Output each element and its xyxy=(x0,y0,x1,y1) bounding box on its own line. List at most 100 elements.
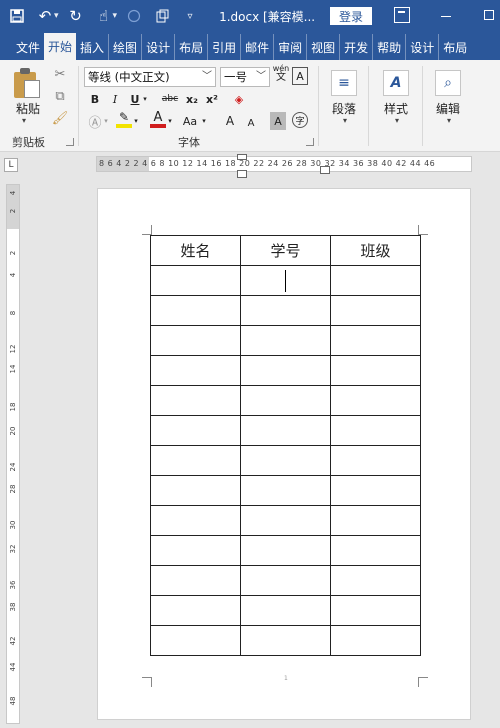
grow-font-button[interactable]: A xyxy=(222,112,238,130)
table-cell[interactable] xyxy=(240,475,331,506)
tab-draw[interactable]: 绘图 xyxy=(109,34,143,60)
highlight-dropdown-icon[interactable]: ▾ xyxy=(132,112,140,130)
customize-toolbar-icon[interactable]: ▿ xyxy=(179,5,201,27)
table-cell[interactable] xyxy=(150,355,241,386)
touch-dropdown-icon[interactable]: ▾ xyxy=(113,11,118,21)
table-cell[interactable] xyxy=(150,385,241,416)
character-border-button[interactable]: A xyxy=(292,67,308,85)
styles-dropdown-icon[interactable]: ▾ xyxy=(395,116,399,125)
redo-icon[interactable]: ↻ xyxy=(65,5,87,27)
paragraph-button[interactable]: ≡ xyxy=(324,68,364,98)
table-cell[interactable] xyxy=(330,475,421,506)
tab-selector-button[interactable]: L xyxy=(4,158,18,172)
table-cell[interactable] xyxy=(330,505,421,536)
character-shading-button[interactable]: A xyxy=(270,112,286,130)
minimize-icon[interactable] xyxy=(441,16,451,17)
table-cell[interactable] xyxy=(330,325,421,356)
table-header-cell[interactable]: 学号 xyxy=(240,235,331,266)
tab-table-design[interactable]: 设计 xyxy=(406,34,440,60)
paste-button[interactable]: 粘贴 xyxy=(16,100,40,117)
table-header-cell[interactable]: 姓名 xyxy=(150,235,241,266)
table-cell[interactable] xyxy=(330,415,421,446)
bold-button[interactable]: B xyxy=(88,90,102,108)
table-cell[interactable] xyxy=(330,295,421,326)
paragraph-dropdown-icon[interactable]: ▾ xyxy=(343,116,347,125)
tab-developer[interactable]: 开发 xyxy=(340,34,374,60)
tab-home[interactable]: 开始 xyxy=(44,33,77,60)
table-header-cell[interactable]: 班级 xyxy=(330,235,421,266)
first-line-indent-marker[interactable] xyxy=(237,154,247,160)
table-cell[interactable] xyxy=(150,265,241,296)
left-indent-marker[interactable] xyxy=(237,170,247,178)
tab-design[interactable]: 设计 xyxy=(142,34,176,60)
table-cell[interactable] xyxy=(150,505,241,536)
clear-formatting-icon[interactable]: ◈ xyxy=(232,90,246,108)
vertical-ruler[interactable]: 4 2 2 4 8 12 14 18 20 24 28 30 32 36 38 … xyxy=(6,184,20,724)
paste-icon[interactable] xyxy=(14,68,42,98)
highlight-icon[interactable]: ✎ xyxy=(116,110,132,128)
document-page[interactable]: 1 姓名 学号 班级 xyxy=(97,188,471,720)
subscript-button[interactable]: x₂ xyxy=(184,90,200,108)
clipboard-launcher-icon[interactable] xyxy=(66,138,74,146)
tab-review[interactable]: 审阅 xyxy=(274,34,308,60)
table-cell[interactable] xyxy=(330,355,421,386)
tab-references[interactable]: 引用 xyxy=(208,34,242,60)
underline-dropdown-icon[interactable]: ▾ xyxy=(141,90,149,108)
enclose-characters-button[interactable]: 字 xyxy=(292,112,308,128)
table-cell[interactable] xyxy=(330,385,421,416)
undo-dropdown-icon[interactable]: ▾ xyxy=(54,11,59,21)
table-cell[interactable] xyxy=(240,355,331,386)
table-cell[interactable] xyxy=(150,535,241,566)
table-cell[interactable] xyxy=(240,595,331,626)
undo-icon[interactable]: ↶ xyxy=(34,5,56,27)
font-launcher-icon[interactable] xyxy=(306,138,314,146)
superscript-button[interactable]: x² xyxy=(204,90,220,108)
font-color-icon[interactable]: A xyxy=(150,110,166,128)
table-cell[interactable] xyxy=(240,295,331,326)
font-name-dropdown[interactable]: 等线 (中文正文) ﹀ xyxy=(84,67,216,87)
tab-file[interactable]: 文件 xyxy=(0,34,44,60)
font-color-dropdown-icon[interactable]: ▾ xyxy=(166,112,174,130)
format-painter-icon[interactable]: 🖌 xyxy=(52,110,69,126)
ribbon-display-options-icon[interactable] xyxy=(394,7,410,23)
table-cell[interactable] xyxy=(150,415,241,446)
tab-insert[interactable]: 插入 xyxy=(76,34,110,60)
table-cell[interactable] xyxy=(240,325,331,356)
table-cell[interactable] xyxy=(330,625,421,656)
new-document-icon[interactable] xyxy=(151,5,173,27)
table-cell[interactable] xyxy=(150,445,241,476)
table-cell[interactable] xyxy=(150,625,241,656)
table-cell[interactable] xyxy=(240,265,331,296)
strikethrough-button[interactable]: abc xyxy=(160,90,180,108)
table-cell[interactable] xyxy=(240,445,331,476)
table-cell[interactable] xyxy=(240,385,331,416)
horizontal-ruler[interactable]: 8 6 4 2 2 4 6 8 10 12 14 16 18 20 22 24 … xyxy=(96,156,472,172)
underline-button[interactable]: U xyxy=(128,90,142,108)
document-table[interactable]: 姓名 学号 班级 xyxy=(150,235,421,656)
tab-table-layout[interactable]: 布局 xyxy=(439,34,471,60)
maximize-icon[interactable] xyxy=(484,10,494,20)
editing-button[interactable]: ⌕ xyxy=(428,68,468,98)
autosave-circle-icon[interactable] xyxy=(123,5,145,27)
shrink-font-button[interactable]: A xyxy=(244,114,258,132)
table-cell[interactable] xyxy=(240,505,331,536)
tab-help[interactable]: 帮助 xyxy=(373,34,407,60)
change-case-dropdown-icon[interactable]: ▾ xyxy=(200,112,208,130)
table-cell[interactable] xyxy=(330,265,421,296)
table-cell[interactable] xyxy=(330,535,421,566)
table-cell[interactable] xyxy=(240,625,331,656)
table-cell[interactable] xyxy=(150,565,241,596)
table-cell[interactable] xyxy=(150,475,241,506)
table-cell[interactable] xyxy=(150,295,241,326)
editing-dropdown-icon[interactable]: ▾ xyxy=(447,116,451,125)
text-effects-icon[interactable]: Ⓐ xyxy=(88,112,102,131)
text-effects-dropdown-icon[interactable]: ▾ xyxy=(102,112,110,130)
tab-layout[interactable]: 布局 xyxy=(175,34,209,60)
table-cell[interactable] xyxy=(240,415,331,446)
cut-icon[interactable]: ✂ xyxy=(52,66,68,82)
font-size-dropdown[interactable]: 一号 ﹀ xyxy=(220,67,270,87)
login-button[interactable]: 登录 xyxy=(330,7,372,25)
italic-button[interactable]: I xyxy=(108,90,122,108)
styles-button[interactable]: A xyxy=(376,68,416,98)
tab-mailings[interactable]: 邮件 xyxy=(241,34,275,60)
